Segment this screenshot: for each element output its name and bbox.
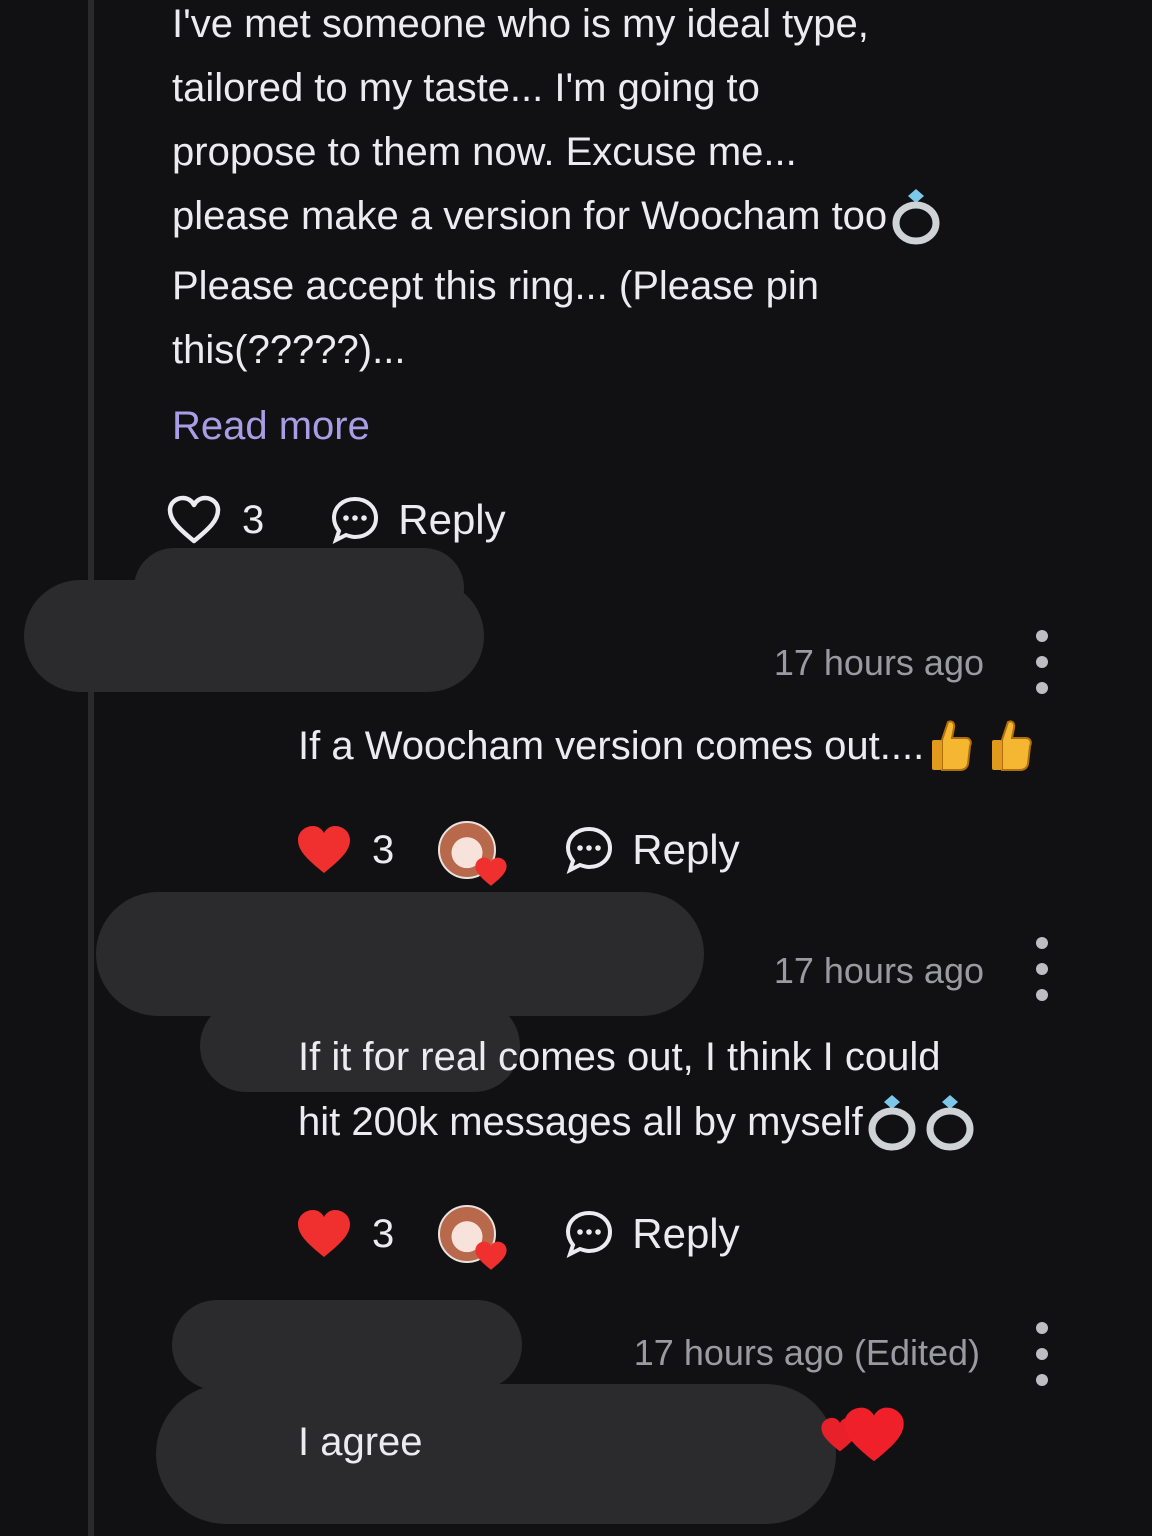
reply-button[interactable]: Reply	[564, 1209, 740, 1259]
redacted-username	[156, 1384, 836, 1524]
heart-filled-icon	[298, 826, 350, 873]
reply-actions: 3 Reply	[296, 1204, 740, 1270]
comment-text-line: Please accept this ring... (Please pin	[172, 264, 820, 308]
like-button[interactable]: 3	[166, 495, 264, 545]
reply-actions: 3 Reply	[296, 820, 740, 886]
like-count: 3	[242, 497, 265, 542]
more-options-icon[interactable]	[1035, 937, 1049, 1001]
reply-label: Reply	[632, 1210, 740, 1257]
like-count: 3	[372, 827, 395, 872]
reply-text-line: I agree	[298, 1420, 423, 1464]
like-count: 3	[372, 1211, 395, 1256]
reply-text-line: hit 200k messages all by myself	[298, 1100, 863, 1144]
redacted-avatar	[134, 548, 464, 628]
reply-label: Reply	[632, 826, 740, 873]
heart-outline-icon	[167, 495, 221, 544]
ring-emoji-icon	[926, 1095, 974, 1151]
more-options-icon[interactable]	[1035, 630, 1049, 694]
like-button[interactable]: 3	[296, 825, 394, 875]
comment-text-line: I've met someone who is my ideal type,	[172, 2, 869, 46]
creator-liked-avatar	[438, 821, 507, 886]
timestamp: 17 hours ago	[773, 950, 984, 991]
thread-line	[88, 0, 94, 1536]
thumbs-up-emoji-icon	[992, 720, 1032, 771]
comment-text-line: this(?????)...	[172, 328, 406, 372]
like-button[interactable]: 3	[296, 1209, 394, 1259]
timestamp: 17 hours ago	[773, 642, 984, 683]
reply-text-line: If a Woocham version comes out....	[298, 724, 925, 768]
thumbs-up-emoji-icon	[932, 720, 972, 771]
reply-button[interactable]: Reply	[564, 825, 740, 875]
redacted-avatar	[172, 1300, 522, 1390]
creator-liked-avatar	[438, 1205, 507, 1270]
chat-bubble-icon	[566, 826, 613, 874]
reply-button[interactable]: Reply	[330, 495, 506, 545]
heart-emojis	[820, 1406, 906, 1464]
comment-text-line: tailored to my taste... I'm going to	[172, 66, 760, 110]
comment-text-line: propose to them now. Excuse me...	[172, 130, 797, 174]
heart-filled-icon	[298, 1210, 350, 1257]
reply-label: Reply	[398, 496, 506, 543]
red-heart-emoji-icon	[844, 1407, 904, 1462]
read-more-link[interactable]: Read more	[172, 404, 370, 449]
redacted-username	[96, 892, 704, 1016]
reply-text-line: If it for real comes out, I think I coul…	[298, 1035, 941, 1079]
small-heart-icon	[475, 857, 507, 886]
ring-emoji-icon	[868, 1095, 916, 1151]
chat-bubble-icon	[566, 1210, 613, 1258]
small-heart-icon	[475, 1241, 507, 1270]
ring-emoji-icon	[892, 189, 940, 245]
comment-text-line: please make a version for Woocham too	[172, 194, 888, 238]
chat-bubble-icon	[332, 496, 379, 544]
more-options-icon[interactable]	[1035, 1322, 1049, 1386]
comment-actions: 3 Reply	[166, 490, 506, 550]
timestamp: 17 hours ago (Edited)	[633, 1332, 980, 1373]
